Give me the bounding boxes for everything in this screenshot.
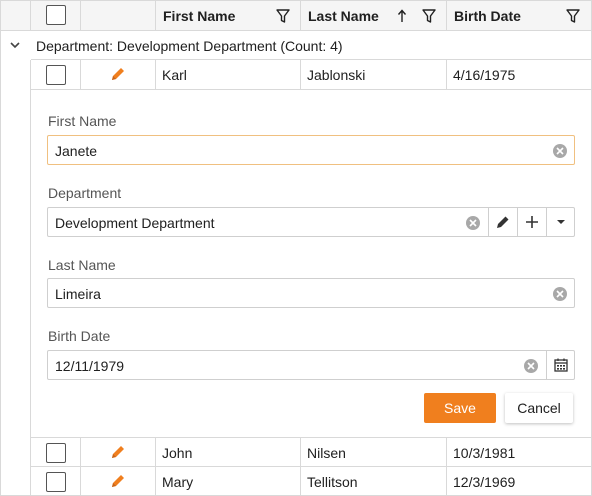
- department-label: Department: [48, 185, 122, 201]
- table-row[interactable]: John Nilsen 10/3/1981: [31, 437, 591, 467]
- grid-header: First Name Last Name Birth Date: [1, 1, 591, 31]
- table-row[interactable]: Karl Jablonski 4/16/1975: [31, 59, 591, 89]
- department-edit-button[interactable]: [488, 208, 517, 236]
- first-name-cell: Karl: [156, 60, 301, 89]
- last-name-field[interactable]: Limeira: [47, 278, 575, 308]
- calendar-button[interactable]: [546, 351, 575, 379]
- clear-icon[interactable]: [552, 143, 568, 159]
- select-cell: [31, 60, 81, 89]
- pencil-icon[interactable]: [109, 65, 127, 83]
- birth-date-value: 12/11/1979: [55, 358, 125, 374]
- header-birth-date[interactable]: Birth Date: [447, 1, 591, 31]
- command-cell: [81, 438, 156, 467]
- command-cell: [81, 60, 156, 89]
- clear-icon[interactable]: [552, 286, 568, 302]
- last-name-cell: Jablonski: [301, 60, 447, 89]
- birth-date-field[interactable]: 12/11/1979: [47, 350, 575, 380]
- department-dropdown-button[interactable]: [546, 208, 575, 236]
- filter-icon[interactable]: [566, 8, 580, 24]
- select-cell: [31, 438, 81, 467]
- cancel-button[interactable]: Cancel: [505, 393, 573, 423]
- last-name-cell: Tellitson: [301, 467, 447, 496]
- command-cell: [81, 467, 156, 496]
- header-first-name-label: First Name: [163, 8, 236, 24]
- group-label: Department: Development Department (Coun…: [36, 38, 343, 54]
- sort-ascending-icon: [397, 9, 407, 22]
- chevron-down-icon[interactable]: [9, 40, 21, 50]
- department-field[interactable]: Development Department: [47, 207, 575, 237]
- data-grid: First Name Last Name Birth Date Departme: [0, 0, 592, 496]
- birth-date-cell: 10/3/1981: [453, 444, 516, 461]
- first-name-value: Janete: [55, 143, 98, 159]
- first-name-field[interactable]: Janete: [47, 135, 575, 165]
- first-name-cell: Mary: [156, 467, 301, 496]
- filter-icon[interactable]: [422, 8, 436, 24]
- chevron-down-icon: [557, 220, 565, 224]
- edit-form: First Name Janete Department Development…: [31, 89, 591, 438]
- select-cell: [31, 467, 81, 496]
- pencil-icon[interactable]: [109, 443, 127, 461]
- birth-date-cell: 4/16/1975: [453, 66, 516, 83]
- header-first-name[interactable]: First Name: [156, 1, 301, 31]
- first-name-cell: John: [156, 438, 301, 467]
- header-command-cell: [81, 1, 156, 31]
- table-row[interactable]: Mary Tellitson 12/3/1969: [31, 466, 591, 496]
- clear-icon[interactable]: [465, 215, 481, 231]
- pencil-icon[interactable]: [109, 472, 127, 490]
- pencil-icon: [497, 216, 509, 228]
- first-name-label: First Name: [48, 113, 117, 129]
- last-name-label: Last Name: [48, 257, 116, 273]
- group-indent-column: [1, 60, 31, 495]
- header-birth-date-label: Birth Date: [454, 8, 521, 24]
- row-checkbox[interactable]: [46, 443, 66, 463]
- department-add-button[interactable]: [517, 208, 546, 236]
- row-checkbox[interactable]: [46, 65, 66, 85]
- select-all-checkbox[interactable]: [46, 5, 66, 25]
- save-button[interactable]: Save: [424, 393, 496, 423]
- last-name-value: Limeira: [55, 286, 101, 302]
- birth-date-cell: 12/3/1969: [453, 473, 516, 490]
- plus-icon: [526, 216, 538, 228]
- last-name-cell: Nilsen: [301, 438, 447, 467]
- birth-date-label: Birth Date: [48, 328, 111, 344]
- header-expand-cell: [1, 1, 31, 31]
- department-value: Development Department: [55, 215, 215, 231]
- row-checkbox[interactable]: [46, 472, 66, 492]
- calendar-icon: [554, 358, 568, 372]
- group-row: Department: Development Department (Coun…: [1, 31, 591, 60]
- filter-icon[interactable]: [276, 8, 290, 24]
- header-select-cell: [31, 1, 81, 31]
- header-last-name-label: Last Name: [308, 8, 379, 24]
- clear-icon[interactable]: [523, 358, 539, 374]
- header-last-name[interactable]: Last Name: [301, 1, 447, 31]
